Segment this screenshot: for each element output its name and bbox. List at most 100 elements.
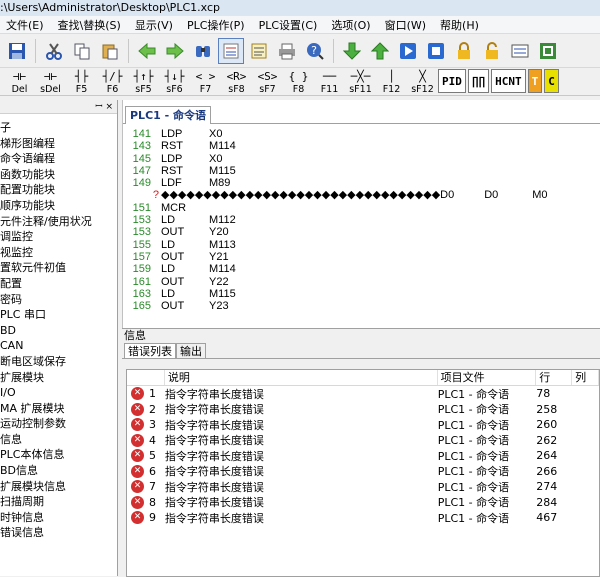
ladder-button-f7[interactable]: < > F7 bbox=[190, 67, 221, 95]
cut-icon[interactable] bbox=[41, 38, 67, 64]
tree-item[interactable]: 配置 bbox=[0, 276, 117, 292]
code-line[interactable]: 145 LDP X0 bbox=[123, 153, 600, 165]
tree-item[interactable]: 扫描周期 bbox=[0, 494, 117, 510]
tree-item[interactable]: 扩展模块 bbox=[0, 370, 117, 386]
ladder-button-sf11[interactable]: ─╳─ sF11 bbox=[345, 67, 376, 95]
tree-item[interactable]: 视监控 bbox=[0, 245, 117, 261]
tree-item[interactable]: 信息 bbox=[0, 432, 117, 448]
code-line[interactable]: 163 LD M115 bbox=[123, 288, 600, 300]
ladder-button-f5[interactable]: ┤├ F5 bbox=[66, 67, 97, 95]
stop-icon[interactable] bbox=[423, 38, 449, 64]
col-line[interactable]: 行 bbox=[536, 370, 573, 385]
code-line[interactable]: ? ◆◆◆◆◆◆◆◆◆◆◆◆◆◆◆◆◆◆◆◆◆◆◆◆◆◆◆◆◆◆◆◆◆D0 D0 M0 bbox=[123, 189, 600, 201]
code-line[interactable]: 143 RST M114 bbox=[123, 140, 600, 152]
save-icon[interactable] bbox=[4, 38, 30, 64]
tree-item[interactable]: 子 bbox=[0, 120, 117, 136]
tree-item[interactable]: 运动控制参数 bbox=[0, 416, 117, 432]
tree-item[interactable]: MA 扩展模块 bbox=[0, 401, 117, 417]
table-row[interactable]: ✕ 5 指令字符串长度错误 PLC1 - 命令语 264 bbox=[127, 448, 599, 464]
menu-item[interactable]: 窗口(W) bbox=[379, 17, 434, 33]
ladder-button-sf6[interactable]: ┤↓├ sF6 bbox=[159, 67, 190, 95]
tree-item[interactable]: 顺序功能块 bbox=[0, 198, 117, 214]
menu-item[interactable]: 选项(O) bbox=[325, 17, 378, 33]
ladder-button-sf8[interactable]: <R> sF8 bbox=[221, 67, 252, 95]
ladder-button-f12[interactable]: │ F12 bbox=[376, 67, 407, 95]
help-icon[interactable]: ? bbox=[302, 38, 328, 64]
function-block-button[interactable]: PID bbox=[438, 69, 466, 93]
tree-item[interactable]: 元件注释/使用状况 bbox=[0, 214, 117, 230]
tree-item[interactable]: 扩展模块信息 bbox=[0, 479, 117, 495]
menu-item[interactable]: 文件(E) bbox=[0, 17, 52, 33]
menu-item[interactable]: PLC设置(C) bbox=[253, 17, 326, 33]
back-arrow-icon[interactable] bbox=[134, 38, 160, 64]
print-icon[interactable] bbox=[274, 38, 300, 64]
code-line[interactable]: 147 RST M115 bbox=[123, 165, 600, 177]
table-row[interactable]: ✕ 8 指令字符串长度错误 PLC1 - 命令语 284 bbox=[127, 495, 599, 511]
tree-item[interactable]: I/O bbox=[0, 385, 117, 401]
tree-item[interactable]: 置软元件初值 bbox=[0, 260, 117, 276]
ladder-button-sdel[interactable]: ⊣⊢ sDel bbox=[35, 67, 66, 95]
code-line[interactable]: 157 OUT Y21 bbox=[123, 251, 600, 263]
code-line[interactable]: 153 OUT Y20 bbox=[123, 226, 600, 238]
paste-icon[interactable] bbox=[97, 38, 123, 64]
tree-item[interactable]: 错误信息 bbox=[0, 525, 117, 541]
unlock-icon[interactable] bbox=[479, 38, 505, 64]
lock-icon[interactable] bbox=[451, 38, 477, 64]
monitor-icon[interactable] bbox=[507, 38, 533, 64]
ladder-button-sf12[interactable]: ╳ sF12 bbox=[407, 67, 438, 95]
menu-item[interactable]: 显示(V) bbox=[129, 17, 181, 33]
code-line[interactable]: 151 MCR bbox=[123, 202, 600, 214]
function-block-button[interactable]: T bbox=[527, 69, 543, 93]
tree-item[interactable]: 断电区域保存 bbox=[0, 354, 117, 370]
tab-output[interactable]: 输出 bbox=[176, 343, 206, 358]
ladder-button-sf7[interactable]: <S> sF7 bbox=[252, 67, 283, 95]
ladder-button-f11[interactable]: ── F11 bbox=[314, 67, 345, 95]
code-line[interactable]: 165 OUT Y23 bbox=[123, 300, 600, 312]
tree-item[interactable]: BD信息 bbox=[0, 463, 117, 479]
code-line[interactable]: 153 LD M112 bbox=[123, 214, 600, 226]
function-block-button[interactable]: ∏∏ bbox=[467, 69, 490, 93]
list-view-icon[interactable] bbox=[246, 38, 272, 64]
table-row[interactable]: ✕ 9 指令字符串长度错误 PLC1 - 命令语 467 bbox=[127, 510, 599, 526]
ladder-view-icon[interactable] bbox=[218, 37, 244, 64]
col-project-file[interactable]: 项目文件 bbox=[438, 370, 537, 385]
tree-item[interactable]: 配置功能块 bbox=[0, 182, 117, 198]
table-row[interactable]: ✕ 4 指令字符串长度错误 PLC1 - 命令语 262 bbox=[127, 433, 599, 449]
tree-item[interactable]: 命令语编程 bbox=[0, 151, 117, 167]
table-row[interactable]: ✕ 6 指令字符串长度错误 PLC1 - 命令语 266 bbox=[127, 464, 599, 480]
col-description[interactable]: 说明 bbox=[165, 370, 438, 385]
tree-item[interactable]: 调监控 bbox=[0, 229, 117, 245]
col-column[interactable]: 列 bbox=[572, 370, 599, 385]
table-row[interactable]: ✕ 7 指令字符串长度错误 PLC1 - 命令语 274 bbox=[127, 479, 599, 495]
code-line[interactable]: 159 LD M114 bbox=[123, 263, 600, 275]
download-icon[interactable] bbox=[339, 38, 365, 64]
code-line[interactable]: 141 LDP X0 bbox=[123, 128, 600, 140]
ladder-button-f6[interactable]: ┤/├ F6 bbox=[97, 67, 128, 95]
tree-item[interactable]: 梯形图编程 bbox=[0, 136, 117, 152]
tree-item[interactable]: PLC本体信息 bbox=[0, 447, 117, 463]
function-block-button[interactable]: HCNT bbox=[491, 69, 526, 93]
tree-item[interactable]: 密码 bbox=[0, 292, 117, 308]
table-row[interactable]: ✕ 3 指令字符串长度错误 PLC1 - 命令语 260 bbox=[127, 417, 599, 433]
tree-item[interactable]: PLC 串口 bbox=[0, 307, 117, 323]
instruction-list[interactable]: 141 LDP X0 143 RST M114 145 LDP X0 147 RST M115 149 L… bbox=[123, 124, 600, 312]
menu-item[interactable]: 查找\替换(S) bbox=[52, 17, 129, 33]
code-line[interactable]: 149 LDF M89 bbox=[123, 177, 600, 189]
ladder-button-f8[interactable]: { } F8 bbox=[283, 67, 314, 95]
tab-error-list[interactable]: 错误列表 bbox=[124, 343, 176, 358]
find-icon[interactable] bbox=[190, 38, 216, 64]
copy-icon[interactable] bbox=[69, 38, 95, 64]
table-row[interactable]: ✕ 1 指令字符串长度错误 PLC1 - 命令语 78 bbox=[127, 386, 599, 402]
code-line[interactable]: 155 LD M113 bbox=[123, 239, 600, 251]
menu-item[interactable]: 帮助(H) bbox=[434, 17, 487, 33]
ladder-button-del[interactable]: ⊣⊢ Del bbox=[4, 67, 35, 95]
tree-item[interactable]: BD bbox=[0, 323, 117, 339]
tree-item[interactable]: CAN bbox=[0, 338, 117, 354]
function-block-button[interactable]: C bbox=[544, 69, 559, 93]
ladder-button-sf5[interactable]: ┤↑├ sF5 bbox=[128, 67, 159, 95]
code-line[interactable]: 161 OUT Y22 bbox=[123, 276, 600, 288]
forward-arrow-icon[interactable] bbox=[162, 38, 188, 64]
upload-icon[interactable] bbox=[367, 38, 393, 64]
table-row[interactable]: ✕ 2 指令字符串长度错误 PLC1 - 命令语 258 bbox=[127, 402, 599, 418]
tab-plc1-instruction[interactable]: PLC1 - 命令语 bbox=[125, 106, 212, 124]
